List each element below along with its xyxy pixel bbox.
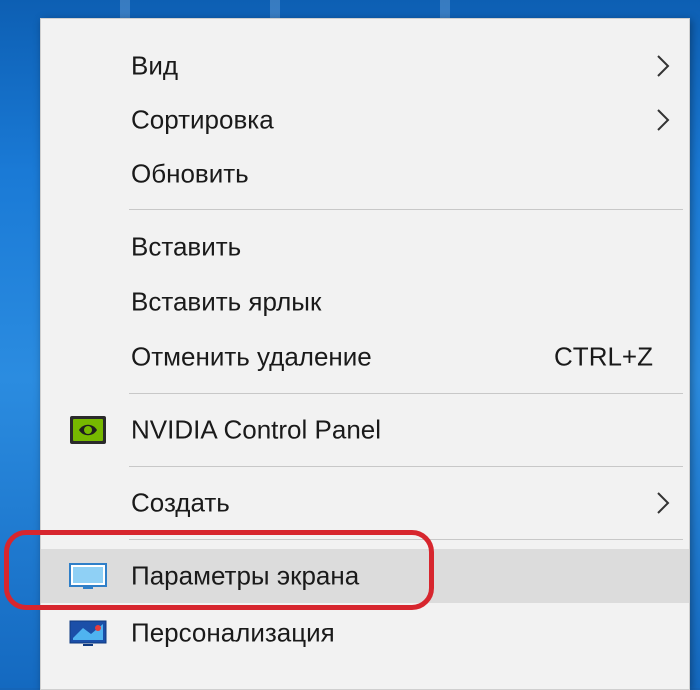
chevron-right-icon: [657, 55, 670, 77]
menu-item-label: Обновить: [131, 158, 249, 189]
chevron-right-icon: [657, 109, 670, 131]
chevron-right-icon: [657, 492, 670, 514]
menu-separator: [129, 393, 683, 394]
menu-item-label: Отменить удаление: [131, 341, 372, 372]
keyboard-shortcut: CTRL+Z: [554, 341, 653, 372]
menu-item-display-settings[interactable]: Параметры экрана: [41, 549, 689, 603]
menu-item-label: Вид: [131, 50, 179, 81]
menu-item-label: NVIDIA Control Panel: [131, 414, 382, 445]
menu-item-sort[interactable]: Сортировка: [41, 93, 689, 147]
menu-separator: [129, 539, 683, 540]
display-settings-icon: [69, 563, 107, 589]
menu-item-label: Вставить: [131, 231, 242, 262]
menu-item-refresh[interactable]: Обновить: [41, 147, 689, 201]
personalization-icon: [69, 620, 107, 646]
desktop-context-menu: Вид Сортировка Обновить Вставить Вставит…: [40, 18, 690, 690]
menu-item-label: Параметры экрана: [131, 560, 360, 591]
nvidia-icon: [70, 416, 106, 444]
menu-item-label: Сортировка: [131, 104, 274, 135]
menu-item-personalization[interactable]: Персонализация: [41, 606, 689, 660]
menu-item-label: Создать: [131, 487, 230, 518]
menu-separator: [129, 209, 683, 210]
menu-item-label: Вставить ярлык: [131, 286, 322, 317]
menu-separator: [129, 466, 683, 467]
menu-item-view[interactable]: Вид: [41, 39, 689, 93]
menu-item-label: Персонализация: [131, 617, 335, 648]
menu-item-nvidia-control-panel[interactable]: NVIDIA Control Panel: [41, 403, 689, 457]
menu-item-create[interactable]: Создать: [41, 476, 689, 530]
menu-item-paste-shortcut[interactable]: Вставить ярлык: [41, 275, 689, 329]
menu-item-undo-delete[interactable]: Отменить удаление CTRL+Z: [41, 330, 689, 384]
menu-item-paste[interactable]: Вставить: [41, 220, 689, 274]
